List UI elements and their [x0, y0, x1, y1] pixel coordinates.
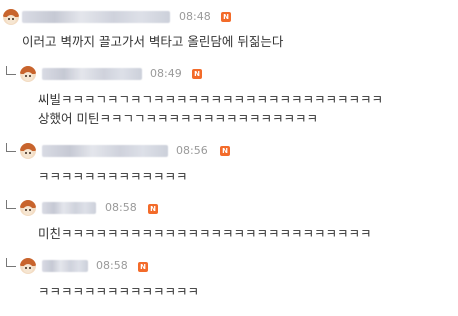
new-badge: N [138, 262, 148, 272]
comment-time: 08:49 [150, 67, 182, 80]
reply-arrow-icon [6, 200, 16, 209]
comment-text: 이러고 벽까지 끌고가서 벽타고 올린담에 뒤짊는다 [22, 34, 284, 49]
reply-arrow-icon [6, 143, 16, 152]
avatar[interactable] [20, 200, 36, 216]
comment-text: 미친ㅋㅋㅋㅋㅋㅋㅋㅋㅋㅋㅋㅋㅋㅋㅋㅋㅋㅋㅋㅋㅋㅋㅋㅋㅋㅋㅋ [38, 226, 372, 241]
nickname-blurred[interactable] [42, 145, 168, 157]
comment-time: 08:48 [179, 10, 211, 23]
avatar[interactable] [3, 9, 19, 25]
new-badge: N [148, 204, 158, 214]
comment-time: 08:56 [176, 144, 208, 157]
reply-arrow-icon [6, 258, 16, 267]
comment-text: 상했어 미틴ㅋㅋㄱㄱㅋㅋㅋㅋㅋㅋㅋㅋㅋㅋㅋㅋㅋㅋㅋ [38, 111, 318, 126]
new-badge: N [192, 69, 202, 79]
nickname-blurred[interactable] [42, 202, 96, 214]
comment-text: 씨빌ㅋㅋㅋㄱㅋㄱㅋㄱㅋㅋㅋㅋㅋㅋㅋㅋㅋㅋㅋㅋㅋㅋㅋㅋㅋㅋㅋㅋ [38, 92, 384, 107]
nickname-blurred[interactable] [42, 68, 142, 80]
new-badge: N [220, 146, 230, 156]
new-badge: N [221, 12, 231, 22]
comment-text: ㅋㅋㅋㅋㅋㅋㅋㅋㅋㅋㅋㅋㅋㅋ [38, 284, 200, 299]
avatar[interactable] [20, 143, 36, 159]
comment-time: 08:58 [105, 201, 137, 214]
comment-text: ㅋㅋㅋㅋㅋㅋㅋㅋㅋㅋㅋㅋㅋ [38, 169, 188, 184]
nickname-blurred[interactable] [22, 11, 170, 23]
nickname-blurred[interactable] [42, 260, 88, 272]
comment-time: 08:58 [96, 259, 128, 272]
reply-arrow-icon [6, 66, 16, 75]
avatar[interactable] [20, 66, 36, 82]
avatar[interactable] [20, 258, 36, 274]
